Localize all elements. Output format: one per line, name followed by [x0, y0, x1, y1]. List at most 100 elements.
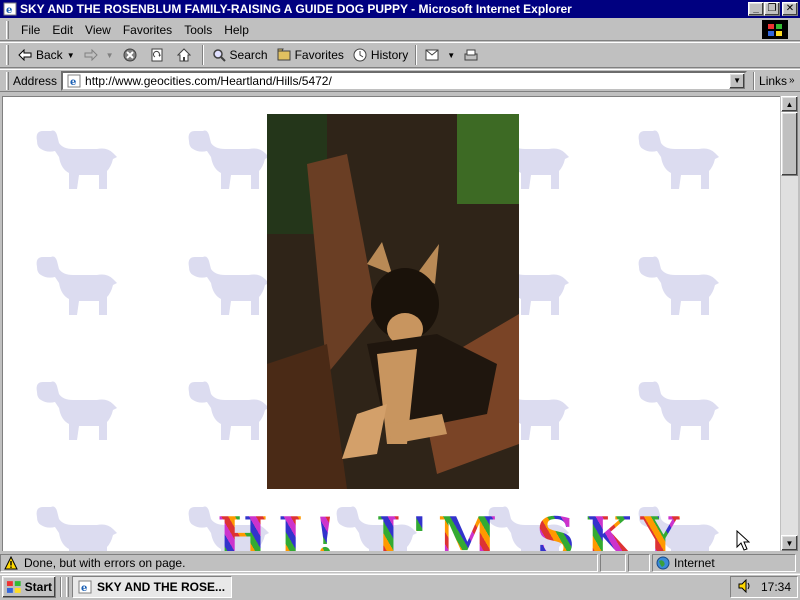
mouse-cursor-icon [736, 529, 751, 555]
mail-dropdown-icon[interactable]: ▼ [447, 51, 455, 60]
dog-silhouette-icon [635, 253, 721, 323]
windows-logo-icon [762, 20, 788, 39]
zone-label: Internet [674, 556, 715, 570]
clock[interactable]: 17:34 [761, 580, 791, 594]
favorites-icon [276, 47, 292, 63]
menu-edit-label: Edit [52, 22, 74, 37]
scroll-up-button[interactable]: ▲ [781, 96, 798, 112]
links-chevron-icon[interactable]: » [789, 75, 795, 86]
home-icon [176, 47, 192, 63]
ie-page-icon: e [66, 73, 82, 89]
stop-button[interactable] [118, 44, 145, 66]
status-bar: Done, but with errors on page. Internet [0, 553, 800, 573]
print-button[interactable] [459, 44, 486, 66]
back-dropdown-icon[interactable]: ▼ [67, 51, 75, 60]
globe-icon [656, 556, 670, 570]
taskbar-item-ie[interactable]: e SKY AND THE ROSE... [72, 576, 232, 598]
back-button[interactable]: Back ▼ [13, 44, 79, 66]
volume-icon[interactable] [737, 578, 751, 596]
search-label: Search [229, 48, 268, 62]
taskbar-grip[interactable] [66, 577, 69, 597]
menu-view-label: View [85, 22, 111, 37]
taskbar: Start e SKY AND THE ROSE... 17:34 [0, 573, 800, 600]
menu-file[interactable]: File [15, 23, 46, 37]
links-button[interactable]: Links [759, 74, 787, 88]
back-arrow-icon [17, 47, 33, 63]
stop-icon [122, 47, 138, 63]
mail-button[interactable]: ▼ [420, 44, 459, 66]
menu-grip[interactable] [6, 20, 9, 39]
svg-text:e: e [81, 583, 87, 594]
forward-arrow-icon [83, 47, 99, 63]
menu-favorites[interactable]: Favorites [117, 23, 178, 37]
svg-text:e: e [6, 5, 12, 16]
status-main-panel[interactable]: Done, but with errors on page. [0, 554, 598, 572]
windows-flag-icon [6, 581, 21, 593]
forward-button[interactable]: ▼ [79, 44, 118, 66]
dog-silhouette-icon [33, 253, 119, 323]
menu-tools-label: Tools [184, 22, 213, 37]
toolbar-separator-2 [415, 45, 418, 65]
dog-photo [267, 114, 519, 489]
forward-dropdown-icon[interactable]: ▼ [106, 51, 114, 60]
address-field[interactable]: e ▼ [61, 70, 748, 91]
menu-help[interactable]: Help [218, 23, 255, 37]
address-dropdown-icon[interactable]: ▼ [729, 72, 746, 89]
address-input[interactable] [85, 73, 746, 88]
svg-text:e: e [70, 77, 76, 88]
start-button[interactable]: Start [2, 576, 56, 598]
status-zone-panel: Internet [652, 554, 796, 572]
favorites-label: Favorites [294, 48, 344, 62]
toolbar-grip[interactable] [6, 45, 9, 65]
status-text: Done, but with errors on page. [24, 556, 186, 570]
scroll-down-button[interactable]: ▼ [781, 535, 798, 551]
taskbar-item-label: SKY AND THE ROSE... [97, 580, 226, 594]
page-heading: HI! I'M SKY [217, 505, 689, 551]
standard-toolbar: Back ▼ ▼ Search Favorites History ▼ [0, 42, 800, 68]
dog-silhouette-icon [33, 378, 119, 448]
menu-tools[interactable]: Tools [178, 23, 218, 37]
dog-silhouette-icon [185, 253, 271, 323]
title-bar[interactable]: e SKY AND THE ROSENBLUM FAMILY-RAISING A… [0, 0, 800, 18]
address-bar: Address e ▼ Links » [0, 69, 800, 92]
history-icon [352, 47, 368, 63]
vertical-scrollbar[interactable]: ▲ ▼ [781, 96, 798, 551]
warning-icon[interactable] [4, 556, 18, 570]
status-panel-progress [600, 554, 626, 572]
print-icon [463, 47, 479, 63]
dog-silhouette-icon [185, 127, 271, 197]
minimize-button[interactable]: _ [748, 2, 764, 16]
close-button[interactable]: ✕ [782, 2, 798, 16]
address-label: Address [13, 73, 58, 88]
dog-silhouette-icon [33, 503, 119, 551]
ie-page-icon: e [2, 1, 18, 17]
system-tray: 17:34 [730, 576, 798, 598]
refresh-icon [149, 47, 165, 63]
ie-page-icon: e [77, 579, 93, 595]
toolbar-separator [201, 45, 204, 65]
restore-button[interactable]: ❐ [764, 2, 780, 16]
scroll-thumb[interactable] [781, 112, 798, 176]
dog-silhouette-icon [185, 378, 271, 448]
start-label: Start [24, 580, 52, 594]
window-title: SKY AND THE ROSENBLUM FAMILY-RAISING A G… [20, 2, 572, 16]
mail-icon [424, 47, 440, 63]
dog-silhouette-icon [635, 378, 721, 448]
refresh-button[interactable] [145, 44, 172, 66]
search-button[interactable]: Search [207, 44, 272, 66]
menu-view[interactable]: View [79, 23, 117, 37]
menu-favorites-label: Favorites [122, 22, 173, 37]
menu-bar: File Edit View Favorites Tools Help [0, 19, 800, 41]
menu-help-label: Help [224, 22, 249, 37]
back-label: Back [36, 48, 63, 62]
home-button[interactable] [172, 44, 199, 66]
favorites-button[interactable]: Favorites [272, 44, 348, 66]
page-content[interactable]: HI! I'M SKY [2, 96, 780, 551]
status-panel-security [628, 554, 650, 572]
menu-edit[interactable]: Edit [46, 23, 79, 37]
address-grip[interactable] [6, 71, 9, 90]
history-label: History [370, 48, 409, 62]
history-button[interactable]: History [348, 44, 412, 66]
search-icon [211, 47, 227, 63]
dog-silhouette-icon [635, 127, 721, 197]
